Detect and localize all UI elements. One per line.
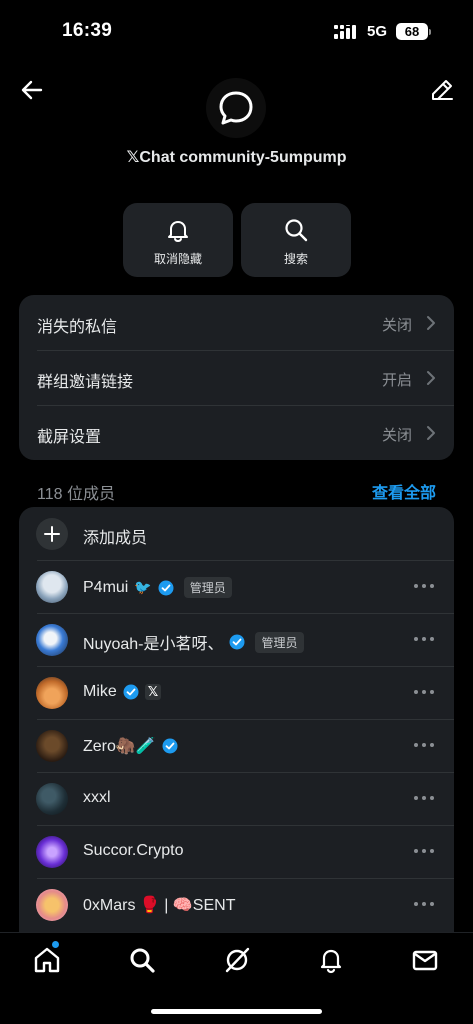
home-icon <box>34 947 60 973</box>
bird-emoji: 🐦 <box>134 579 152 595</box>
battery-cap <box>429 29 431 35</box>
admin-badge: 管理员 <box>255 631 304 653</box>
member-name-line: 0xMars 🥊 | 🧠SENT <box>83 895 235 915</box>
status-bar: 16:39 5G 68 <box>0 0 473 64</box>
home-indicator <box>151 1009 322 1014</box>
member-row[interactable]: P4mui 🐦 管理员 <box>19 560 454 613</box>
member-name: Nuyoah-是小茗呀、 <box>83 636 224 653</box>
pencil-icon <box>432 80 453 100</box>
nav-search[interactable] <box>127 945 157 975</box>
nav-messages[interactable] <box>410 945 440 975</box>
member-name-line: Mike 𝕏 <box>83 683 162 701</box>
member-name: P4mui <box>83 578 129 596</box>
member-name-line: Succor.Crypto <box>83 842 183 860</box>
x-affiliate-badge: 𝕏 <box>144 684 162 700</box>
member-name: xxxl <box>83 789 111 806</box>
member-row[interactable]: 0xMars 🥊 | 🧠SENT <box>19 878 454 931</box>
chat-title: 𝕏Chat community-5umpump <box>126 149 347 166</box>
member-name: Succor.Crypto <box>83 842 184 859</box>
battery-level: 68 <box>396 23 428 40</box>
setting-name: 群组邀请链接 <box>37 374 134 391</box>
member-name-line: P4mui 🐦 管理员 <box>83 577 232 598</box>
member-row[interactable]: Succor.Crypto <box>19 825 454 878</box>
plus-icon <box>44 526 60 542</box>
network-type: 5G <box>367 23 388 40</box>
members-list: 添加成员 P4mui 🐦 管理员 Nuyoah-是小茗呀、 管理员 Mike 𝕏 <box>19 507 454 937</box>
more-options-icon[interactable] <box>414 843 436 859</box>
settings-card: 消失的私信 关闭 群组邀请链接 开启 截屏设置 关闭 <box>19 295 454 460</box>
add-member-circle <box>36 518 68 550</box>
setting-name: 截屏设置 <box>37 429 102 446</box>
member-count: 118 位成员 <box>37 486 115 503</box>
arrow-left-icon <box>21 80 43 100</box>
more-options-icon[interactable] <box>414 631 436 647</box>
avatar <box>36 730 68 762</box>
more-options-icon[interactable] <box>414 896 436 912</box>
notifications-icon <box>320 949 342 974</box>
avatar <box>36 836 68 868</box>
more-options-icon[interactable] <box>414 578 436 594</box>
unhide-label: 取消隐藏 <box>153 252 202 266</box>
signal-icon <box>334 25 356 39</box>
member-row[interactable]: Zero🦣🧪 <box>19 719 454 772</box>
member-name-line: Nuyoah-是小茗呀、 管理员 <box>83 630 304 654</box>
avatar <box>36 889 68 921</box>
member-row[interactable]: Mike 𝕏 <box>19 666 454 719</box>
avatar <box>36 783 68 815</box>
setting-name: 消失的私信 <box>37 319 118 336</box>
admin-badge: 管理员 <box>183 577 232 598</box>
setting-screenshot[interactable]: 截屏设置 关闭 <box>19 405 454 460</box>
nav-notifications[interactable] <box>316 945 346 975</box>
search-icon <box>285 219 308 242</box>
member-name: Zero🦣🧪 <box>83 738 156 755</box>
view-all-link[interactable]: 查看全部 <box>372 479 436 503</box>
nav-grok[interactable] <box>222 945 252 975</box>
more-options-icon[interactable] <box>414 737 436 753</box>
messages-icon <box>412 950 438 971</box>
member-name-line: Zero🦣🧪 <box>83 736 178 756</box>
nav-home[interactable] <box>32 945 62 975</box>
search-icon <box>130 948 155 973</box>
member-name-line: xxxl <box>83 789 111 807</box>
member-row[interactable]: Nuyoah-是小茗呀、 管理员 <box>19 613 454 666</box>
setting-value: 关闭 <box>381 427 412 444</box>
setting-invite-link[interactable]: 群组邀请链接 开启 <box>19 350 454 405</box>
member-name: Mike <box>83 683 117 700</box>
chevron-right-icon <box>427 316 435 330</box>
chevron-right-icon <box>427 371 435 385</box>
bell-icon <box>168 221 188 242</box>
notification-dot <box>52 941 59 948</box>
verified-badge-icon <box>162 738 178 754</box>
chat-bubble-icon <box>219 91 253 125</box>
setting-disappearing-messages[interactable]: 消失的私信 关闭 <box>19 295 454 350</box>
avatar <box>36 677 68 709</box>
edit-button[interactable] <box>428 76 456 104</box>
more-options-icon[interactable] <box>414 790 436 806</box>
search-button[interactable]: 搜索 <box>241 203 351 277</box>
add-member-label: 添加成员 <box>83 530 148 547</box>
setting-value: 开启 <box>381 372 412 389</box>
member-name: 0xMars 🥊 | 🧠SENT <box>83 897 236 914</box>
back-button[interactable] <box>18 76 46 104</box>
avatar <box>36 571 68 603</box>
search-label: 搜索 <box>283 252 308 266</box>
group-avatar <box>206 78 266 138</box>
unhide-button[interactable]: 取消隐藏 <box>123 203 233 277</box>
member-row[interactable]: xxxl <box>19 772 454 825</box>
verified-badge-icon <box>158 580 174 595</box>
verified-badge-icon <box>123 684 139 700</box>
grok-icon <box>225 947 250 973</box>
add-member-button[interactable]: 添加成员 <box>19 507 454 560</box>
setting-value: 关闭 <box>381 317 412 334</box>
chevron-right-icon <box>427 426 435 440</box>
status-time: 16:39 <box>62 20 113 41</box>
avatar <box>36 624 68 656</box>
verified-badge-icon <box>229 634 245 650</box>
more-options-icon[interactable] <box>414 684 436 700</box>
